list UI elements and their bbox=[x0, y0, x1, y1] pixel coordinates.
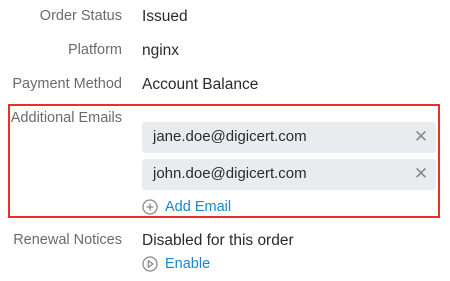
renewal-notices-label: Renewal Notices bbox=[13, 232, 122, 248]
order-status-value: Issued bbox=[142, 8, 188, 25]
close-icon[interactable]: ✕ bbox=[412, 165, 430, 183]
play-circle-icon bbox=[142, 256, 158, 272]
payment-method-label: Payment Method bbox=[12, 76, 122, 92]
email-chip: jane.doe@digicert.com ✕ bbox=[142, 122, 436, 153]
add-email-link[interactable]: Add Email bbox=[165, 199, 231, 215]
platform-label: Platform bbox=[68, 42, 122, 58]
enable-link[interactable]: Enable bbox=[165, 256, 210, 272]
plus-circle-icon bbox=[142, 199, 158, 215]
email-address: john.doe@digicert.com bbox=[153, 165, 307, 182]
email-address: jane.doe@digicert.com bbox=[153, 128, 307, 145]
renewal-notices-value: Disabled for this order bbox=[142, 232, 294, 249]
payment-method-value: Account Balance bbox=[142, 76, 259, 93]
add-email-button[interactable]: Add Email bbox=[142, 198, 262, 218]
order-status-label: Order Status bbox=[39, 8, 122, 24]
email-chip: john.doe@digicert.com ✕ bbox=[142, 159, 436, 190]
close-icon[interactable]: ✕ bbox=[412, 128, 430, 146]
additional-emails-label: Additional Emails bbox=[10, 110, 122, 126]
enable-renewal-button[interactable]: Enable bbox=[142, 255, 232, 275]
platform-value: nginx bbox=[142, 42, 180, 59]
